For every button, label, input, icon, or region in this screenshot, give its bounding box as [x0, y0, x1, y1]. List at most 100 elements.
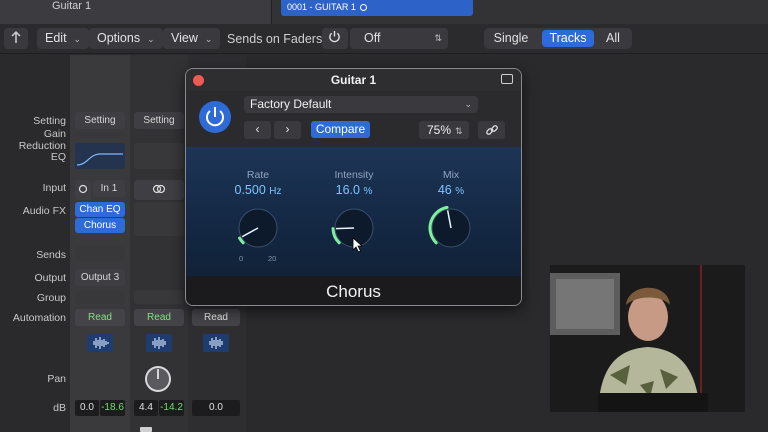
row-label-automation: Automation [12, 312, 66, 324]
chevron-down-icon: ⌄ [464, 99, 472, 109]
row-label-eq: EQ [50, 151, 66, 163]
rate-number: 0.500 [234, 183, 266, 197]
row-label-gain-reduction: Gain Reduction [18, 128, 66, 152]
sends-select[interactable]: Off ⇅ [350, 28, 448, 49]
chevron-left-icon: ‹ [255, 122, 260, 136]
mix-unit: % [455, 186, 465, 197]
up-arrow-icon [11, 30, 21, 43]
strip1-eq-thumbnail[interactable] [75, 143, 125, 169]
zoom-value: 75% [427, 123, 452, 137]
sends-on-faders-label: Sends on Faders: [227, 32, 326, 46]
strip2-eq-thumbnail[interactable] [134, 143, 184, 169]
mode-all[interactable]: All [598, 30, 628, 47]
strip2-fader-cap[interactable] [140, 427, 152, 432]
strip3-volume-readout[interactable]: 0.0 [192, 400, 240, 416]
strip1-volume-readout[interactable]: 0.0 [75, 400, 99, 416]
presenter-image [550, 265, 745, 412]
strip1-track-icon [87, 334, 113, 352]
track-header[interactable]: Guitar 1 [0, 0, 272, 24]
previous-preset-button[interactable]: ‹ [244, 121, 271, 139]
zoom-select[interactable]: 75% ⇅ [419, 121, 469, 139]
strip1-output-button[interactable]: Output 3 [75, 269, 125, 286]
sends-power-button[interactable] [322, 28, 348, 49]
pan-knob-icon [145, 366, 171, 392]
link-icon [485, 125, 498, 135]
mixer-toolbar: Edit ⌄ Options ⌄ View ⌄ Sends on Faders: Of… [0, 24, 768, 54]
strip2-group-slot[interactable] [134, 290, 184, 304]
rate-scale-min: 0 [239, 254, 244, 263]
strip1-fx-chorus[interactable]: Chorus [75, 218, 125, 233]
knob-pointer [335, 227, 355, 230]
next-preset-button[interactable]: › [274, 121, 301, 139]
presenter-webcam-overlay [550, 265, 745, 412]
strip3-automation-button[interactable]: Read [192, 309, 240, 326]
loop-icon [359, 4, 367, 11]
strip2-audio-fx-slot[interactable] [134, 202, 184, 236]
edit-menu-button[interactable]: Edit ⌄ [37, 28, 90, 49]
row-label-setting: Setting [33, 115, 66, 127]
strip1-sends-slot[interactable] [75, 246, 125, 261]
intensity-unit: % [363, 186, 373, 197]
strip1-group-slot[interactable] [75, 290, 125, 304]
view-menu-button[interactable]: View ⌄ [163, 28, 221, 49]
rate-knob[interactable] [233, 203, 283, 253]
mono-circle-icon [78, 184, 88, 194]
rate-scale-max: 20 [268, 254, 277, 263]
plugin-controls-panel: Rate 0.500 Hz 0 20 Intensity 16.0 % Mix … [186, 147, 521, 276]
stereo-circles-icon [152, 184, 166, 194]
tracks-area-strip: Guitar 1 0001 - GUITAR 1 [0, 0, 768, 24]
eq-curve-icon [76, 153, 123, 166]
strip2-setting-button[interactable]: Setting [134, 112, 184, 129]
strip1-input-button[interactable]: In 1 [93, 180, 125, 197]
intensity-number: 16.0 [335, 183, 360, 197]
edit-label: Edit [45, 31, 67, 45]
mix-value[interactable]: 46 % [401, 183, 501, 197]
strip1-automation-button[interactable]: Read [75, 309, 125, 326]
back-arrow-button[interactable] [4, 28, 28, 49]
strip2-peak-readout[interactable]: -14.2 [159, 400, 184, 416]
expand-icon[interactable] [501, 74, 513, 84]
rate-unit: Hz [269, 186, 282, 197]
strip1-peak-readout[interactable]: -18.6 [100, 400, 125, 416]
strip2-pan-knob[interactable] [143, 364, 173, 394]
row-label-sends: Sends [36, 249, 66, 261]
strip2-input-format-button[interactable] [134, 180, 184, 200]
options-label: Options [97, 31, 141, 45]
mix-control: Mix 46 % [401, 147, 501, 253]
options-menu-button[interactable]: Options ⌄ [89, 28, 163, 49]
chevron-down-icon: ⌄ [204, 34, 213, 44]
waveform-icon [152, 337, 166, 349]
mode-tracks[interactable]: Tracks [542, 30, 594, 47]
strip1-fx-chan-eq[interactable]: Chan EQ [75, 202, 125, 217]
strip2-volume-readout[interactable]: 4.4 [134, 400, 158, 416]
mix-label: Mix [442, 169, 460, 181]
plugin-bypass-button[interactable] [199, 101, 231, 133]
rate-label: Rate [246, 169, 270, 181]
mix-number: 46 [437, 183, 452, 197]
mode-single[interactable]: Single [488, 30, 534, 47]
chevron-down-icon: ⌄ [147, 34, 155, 44]
row-label-audio-fx: Audio FX [22, 205, 66, 217]
strip2-automation-button[interactable]: Read [134, 309, 184, 326]
preset-name: Factory Default [250, 97, 332, 111]
intensity-value[interactable]: 16.0 % [304, 183, 404, 197]
updown-chevron-icon: ⇅ [434, 33, 442, 43]
row-label-group: Group [36, 292, 66, 304]
audio-region[interactable]: 0001 - GUITAR 1 [281, 0, 473, 16]
sends-value: Off [364, 31, 381, 45]
strip1-input-format-button[interactable] [75, 180, 91, 200]
mix-knob[interactable] [426, 203, 476, 253]
row-label-input: Input [42, 182, 66, 194]
plugin-titlebar[interactable]: Guitar 1 [186, 69, 521, 91]
row-label-pan: Pan [47, 373, 66, 385]
strip1-setting-button[interactable]: Setting [75, 112, 125, 129]
preset-menu[interactable]: Factory Default ⌄ [244, 96, 478, 113]
link-button[interactable] [478, 121, 505, 139]
mouse-cursor-icon [352, 237, 364, 253]
intensity-label: Intensity [334, 169, 374, 181]
strip2-track-icon [146, 334, 172, 352]
rate-value[interactable]: 0.500 Hz [208, 183, 308, 197]
compare-button[interactable]: Compare [311, 121, 370, 138]
power-icon [329, 30, 340, 43]
row-label-output: Output [34, 272, 66, 284]
